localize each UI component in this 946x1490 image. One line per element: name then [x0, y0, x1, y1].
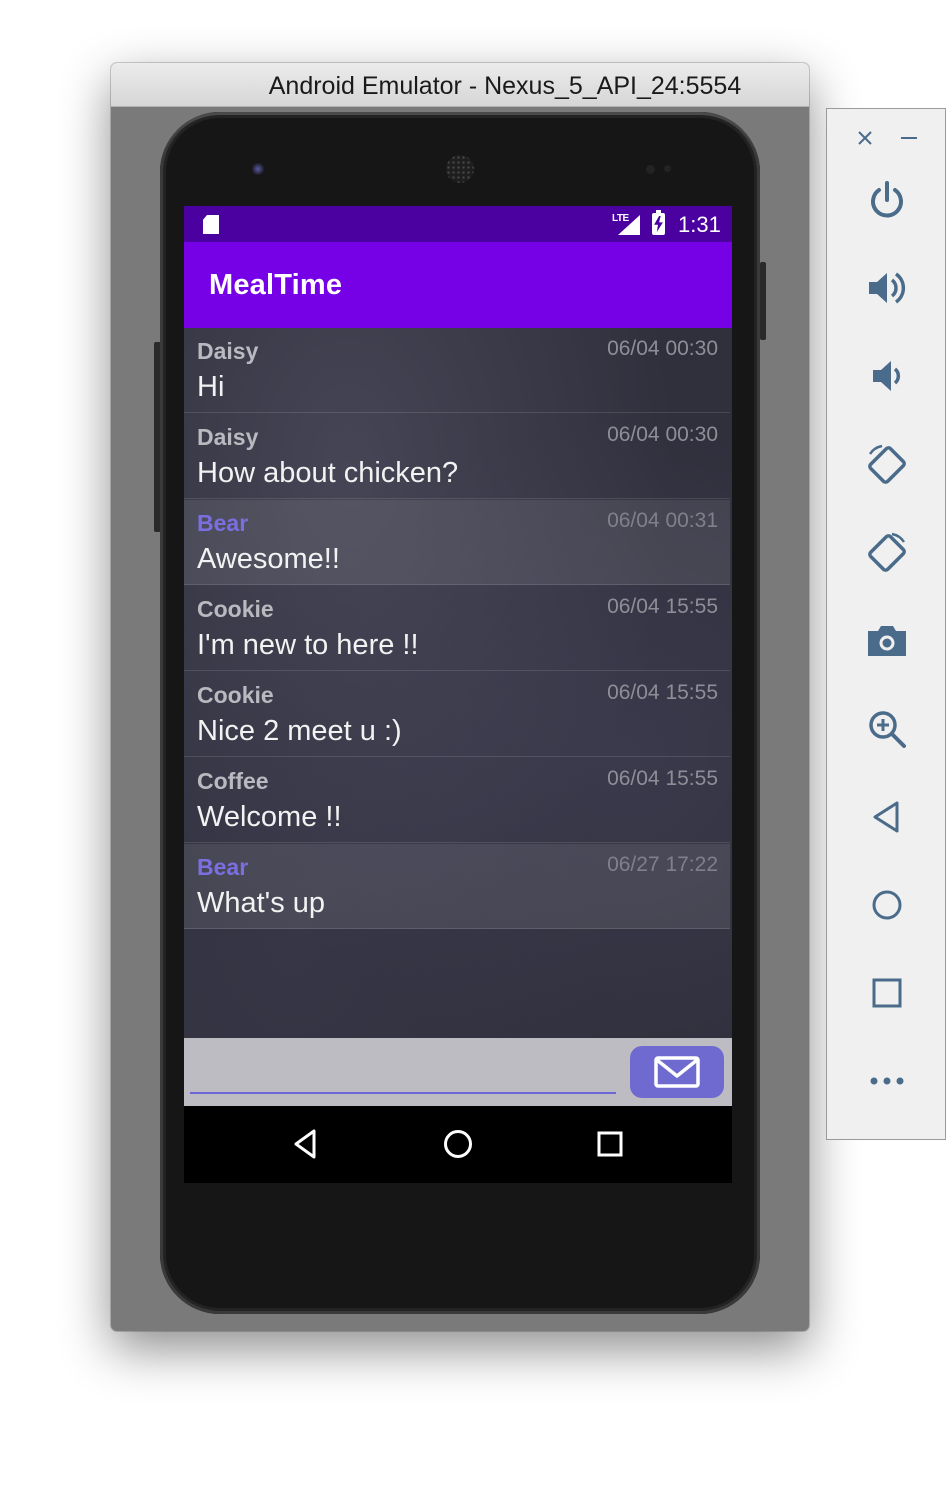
message-text: Nice 2 meet u :) [197, 715, 402, 747]
message-text: What's up [197, 887, 326, 919]
message-item[interactable]: Daisy 06/04 00:30 Hi [184, 328, 730, 413]
rotate-right-icon[interactable] [864, 530, 910, 576]
zoom-icon[interactable] [864, 706, 910, 752]
back-icon[interactable] [288, 1126, 324, 1162]
message-item-self[interactable]: Bear 06/04 00:31 Awesome!! [184, 500, 730, 585]
close-icon[interactable] [854, 127, 876, 149]
message-sender: Cookie [197, 596, 274, 622]
home-icon[interactable] [864, 882, 910, 928]
message-time: 06/04 00:30 [607, 423, 718, 446]
earpiece-speaker [446, 155, 474, 183]
window-title[interactable]: Android Emulator - Nexus_5_API_24:5554 [111, 63, 809, 107]
phone-screen: LTE 1:31 MealTime Daisy 06/04 00:30 Hi D… [184, 206, 732, 1183]
sd-card-icon [203, 215, 219, 234]
power-side-button [760, 262, 766, 340]
app-bar: MealTime [184, 242, 732, 328]
message-sender: Daisy [197, 338, 259, 364]
emulator-toolbar [826, 108, 946, 1140]
navigation-bar [184, 1106, 732, 1183]
message-time: 06/04 15:55 [607, 767, 718, 790]
minimize-icon[interactable] [898, 127, 920, 149]
message-text: How about chicken? [197, 457, 459, 489]
message-item[interactable]: Cookie 06/04 15:55 Nice 2 meet u :) [184, 672, 730, 757]
message-time: 06/04 15:55 [607, 595, 718, 618]
message-sender: Bear [197, 510, 249, 536]
message-sender: Bear [197, 854, 249, 880]
home-icon[interactable] [440, 1126, 476, 1162]
back-icon[interactable] [864, 794, 910, 840]
more-icon[interactable] [864, 1058, 910, 1104]
message-time: 06/04 15:55 [607, 681, 718, 704]
message-text: Hi [197, 371, 225, 403]
message-item[interactable]: Cookie 06/04 15:55 I'm new to here !! [184, 586, 730, 671]
power-icon[interactable] [864, 177, 910, 223]
send-button[interactable] [630, 1046, 724, 1098]
message-text: I'm new to here !! [197, 629, 419, 661]
message-time: 06/27 17:22 [607, 853, 718, 876]
message-text: Awesome!! [197, 543, 340, 575]
overview-icon[interactable] [864, 970, 910, 1016]
rotate-left-icon[interactable] [864, 442, 910, 488]
mail-icon [654, 1056, 700, 1088]
volume-down-icon[interactable] [864, 353, 910, 399]
status-bar: LTE 1:31 [184, 206, 732, 242]
proximity-sensor [646, 165, 655, 174]
volume-up-icon[interactable] [864, 265, 910, 311]
message-item[interactable]: Coffee 06/04 15:55 Welcome !! [184, 758, 730, 843]
message-sender: Coffee [197, 768, 269, 794]
status-time: 1:31 [678, 212, 721, 237]
network-type-label: LTE [612, 213, 629, 224]
message-item-self[interactable]: Bear 06/27 17:22 What's up [184, 844, 730, 929]
lte-signal-icon: LTE [612, 213, 642, 235]
camera-icon[interactable] [864, 618, 910, 664]
front-camera [251, 162, 265, 176]
chat-list[interactable]: Daisy 06/04 00:30 Hi Daisy 06/04 00:30 H… [184, 328, 732, 1038]
message-composer [184, 1038, 732, 1106]
recents-icon[interactable] [592, 1126, 628, 1162]
message-item[interactable]: Daisy 06/04 00:30 How about chicken? [184, 414, 730, 499]
battery-charging-icon [652, 210, 665, 235]
message-sender: Daisy [197, 424, 259, 450]
message-time: 06/04 00:31 [607, 509, 718, 532]
light-sensor [664, 165, 671, 172]
message-time: 06/04 00:30 [607, 337, 718, 360]
message-input[interactable] [190, 1046, 616, 1094]
message-sender: Cookie [197, 682, 274, 708]
message-text: Welcome !! [197, 801, 342, 833]
app-title: MealTime [209, 269, 343, 301]
